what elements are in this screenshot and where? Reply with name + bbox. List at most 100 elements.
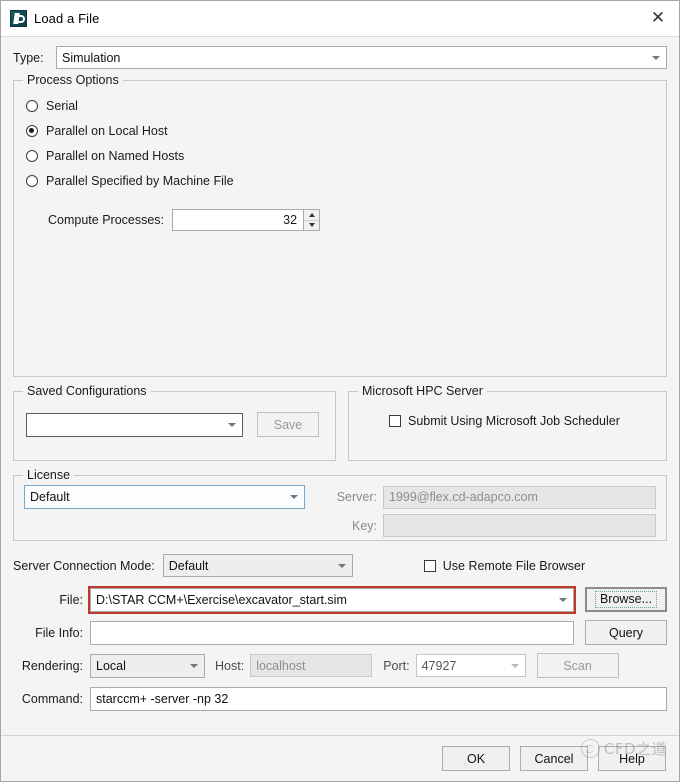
port-value: 47927	[421, 658, 457, 673]
radio-serial[interactable]: Serial	[26, 95, 654, 117]
save-button-label: Save	[273, 417, 303, 432]
saved-configurations-combo[interactable]	[26, 412, 243, 437]
help-button-label: Help	[619, 751, 645, 766]
close-icon[interactable]: ✕	[643, 5, 673, 31]
chevron-down-icon	[228, 422, 236, 427]
ok-button[interactable]: OK	[442, 746, 510, 771]
radio-parallel-named-hosts[interactable]: Parallel on Named Hosts	[26, 145, 654, 167]
command-value: starccm+ -server -np 32	[96, 692, 229, 706]
hpc-server-legend: Microsoft HPC Server	[358, 384, 487, 398]
compute-processes-stepper[interactable]: 32	[172, 209, 321, 231]
radio-parallel-machine-file[interactable]: Parallel Specified by Machine File	[26, 170, 654, 192]
browse-button-label: Browse...	[594, 591, 658, 608]
chevron-down-icon	[337, 563, 346, 568]
compute-processes-row: Compute Processes: 32	[26, 209, 654, 231]
spinner-up-icon[interactable]	[304, 210, 320, 221]
command-label: Command:	[21, 692, 83, 706]
use-remote-file-browser-checkbox[interactable]: Use Remote File Browser	[423, 558, 586, 573]
ok-button-label: OK	[466, 751, 486, 766]
license-server-field: 1999@flex.cd-adapco.com	[383, 485, 656, 509]
config-hpc-row: Saved Configurations Save Microsoft HPC …	[13, 384, 667, 461]
radio-icon	[26, 100, 38, 112]
checkbox-icon	[389, 415, 401, 427]
file-combo-value: D:\STAR CCM+\Exercise\excavator_start.si…	[96, 592, 347, 607]
license-key-row: Key:	[24, 514, 656, 537]
radio-icon	[26, 150, 38, 162]
server-connection-combo[interactable]: Default	[162, 554, 353, 577]
chevron-down-icon	[510, 663, 519, 668]
radio-parallel-local-host-label: Parallel on Local Host	[46, 124, 168, 138]
license-server-row: Default Server: 1999@flex.cd-adapco.com	[24, 485, 656, 509]
dialog-content: Type: Simulation Process Options Serial …	[1, 37, 679, 735]
radio-serial-label: Serial	[46, 99, 78, 113]
help-button[interactable]: Help	[598, 746, 666, 771]
radio-parallel-named-hosts-label: Parallel on Named Hosts	[46, 149, 185, 163]
cancel-button[interactable]: Cancel	[520, 746, 588, 771]
license-group: License Default Server: 1999@flex.cd-ada…	[13, 468, 667, 541]
radio-parallel-local-host[interactable]: Parallel on Local Host	[26, 120, 654, 142]
license-server-value: 1999@flex.cd-adapco.com	[389, 490, 538, 504]
dialog-footer: OK Cancel Help	[1, 735, 679, 781]
rendering-label: Rendering:	[21, 658, 83, 673]
rendering-combo[interactable]: Local	[90, 653, 205, 678]
file-info-row: File Info: Query	[13, 620, 667, 645]
host-value: localhost	[256, 658, 306, 673]
server-connection-value: Default	[168, 558, 209, 573]
host-field: localhost	[250, 654, 373, 677]
chevron-down-icon	[290, 495, 298, 499]
chevron-down-icon	[190, 663, 198, 668]
chevron-down-icon	[559, 597, 567, 602]
rendering-combo-value: Local	[96, 658, 126, 673]
type-combo-value: Simulation	[62, 50, 121, 65]
license-combo[interactable]: Default	[24, 485, 305, 509]
file-info-label: File Info:	[35, 625, 83, 640]
chevron-down-icon	[652, 55, 660, 60]
saved-configurations-legend: Saved Configurations	[23, 384, 151, 398]
server-connection-row: Server Connection Mode: Default Use Remo…	[13, 554, 667, 577]
license-combo-value: Default	[30, 490, 70, 504]
browse-button[interactable]: Browse...	[585, 587, 667, 612]
file-label: File:	[59, 592, 83, 607]
server-connection-label: Server Connection Mode:	[13, 558, 155, 573]
cancel-button-label: Cancel	[534, 751, 574, 766]
type-row: Type: Simulation	[13, 46, 667, 69]
save-button[interactable]: Save	[257, 412, 319, 437]
compute-processes-spin-buttons[interactable]	[303, 209, 321, 231]
host-label: Host:	[215, 658, 245, 673]
scan-button-label: Scan	[563, 658, 592, 673]
query-button[interactable]: Query	[585, 620, 667, 645]
compute-processes-label: Compute Processes:	[48, 213, 165, 227]
hpc-server-group: Microsoft HPC Server Submit Using Micros…	[348, 384, 667, 461]
command-field[interactable]: starccm+ -server -np 32	[90, 687, 667, 711]
scan-button[interactable]: Scan	[536, 653, 619, 678]
submit-job-scheduler-checkbox[interactable]: Submit Using Microsoft Job Scheduler	[361, 414, 654, 428]
process-options-group: Process Options Serial Parallel on Local…	[13, 73, 667, 377]
port-label: Port:	[383, 658, 410, 673]
query-button-label: Query	[608, 625, 644, 640]
license-server-label: Server:	[336, 490, 377, 504]
license-key-label: Key:	[351, 518, 377, 533]
file-row: File: D:\STAR CCM+\Exercise\excavator_st…	[13, 585, 667, 614]
type-label: Type:	[13, 50, 44, 65]
radio-parallel-machine-file-label: Parallel Specified by Machine File	[46, 174, 234, 188]
spinner-down-icon[interactable]	[304, 221, 319, 231]
saved-configurations-group: Saved Configurations Save	[13, 384, 336, 461]
window-title: Load a File	[34, 11, 100, 26]
command-row: Command: starccm+ -server -np 32	[13, 687, 667, 711]
file-combo[interactable]: D:\STAR CCM+\Exercise\excavator_start.si…	[88, 585, 576, 614]
star-ccm-app-icon	[10, 10, 27, 27]
submit-job-scheduler-label: Submit Using Microsoft Job Scheduler	[408, 414, 620, 428]
radio-icon	[26, 175, 38, 187]
license-key-field	[383, 514, 656, 537]
port-combo: 47927	[415, 654, 526, 677]
checkbox-icon	[423, 559, 436, 572]
compute-processes-value[interactable]: 32	[172, 209, 304, 231]
file-info-field[interactable]	[90, 620, 574, 645]
rendering-row: Rendering: Local Host: localhost Port: 4…	[13, 653, 667, 678]
radio-icon-selected	[26, 125, 38, 137]
title-bar: Load a File ✕	[1, 1, 679, 36]
use-remote-file-browser-label: Use Remote File Browser	[442, 558, 586, 573]
load-a-file-dialog: Load a File ✕ Type: Simulation Process O…	[0, 0, 680, 782]
process-options-legend: Process Options	[23, 73, 123, 87]
type-combo[interactable]: Simulation	[56, 46, 667, 69]
